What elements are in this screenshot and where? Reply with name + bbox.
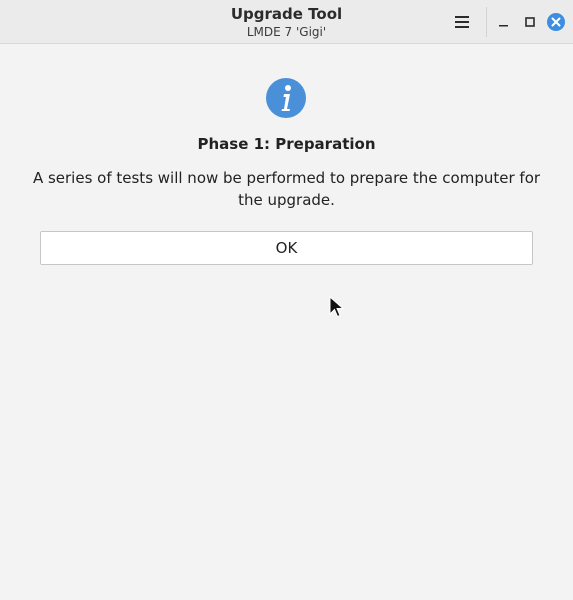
maximize-icon [525, 17, 535, 27]
window-subtitle: LMDE 7 'Gigi' [246, 25, 327, 39]
mouse-cursor-icon [329, 296, 345, 318]
minimize-button[interactable] [494, 12, 514, 32]
close-icon [547, 13, 565, 31]
dialog-heading: Phase 1: Preparation [197, 135, 376, 153]
upgrade-tool-window: Upgrade Tool LMDE 7 'Gigi' Phase 1: Prep… [0, 0, 573, 600]
info-icon [266, 78, 306, 118]
title-block: Upgrade Tool LMDE 7 'Gigi' [0, 4, 573, 40]
titlebar-separator [486, 7, 487, 37]
menu-button[interactable] [450, 12, 474, 32]
maximize-button[interactable] [520, 12, 540, 32]
minimize-icon [499, 25, 508, 27]
menu-icon [455, 16, 469, 28]
window-title: Upgrade Tool [230, 5, 343, 23]
title-bar[interactable]: Upgrade Tool LMDE 7 'Gigi' [0, 0, 573, 44]
dialog-content: Phase 1: Preparation A series of tests w… [0, 44, 573, 600]
dialog-message: A series of tests will now be performed … [32, 169, 541, 209]
close-button[interactable] [546, 12, 566, 32]
ok-button[interactable]: OK [40, 231, 533, 265]
